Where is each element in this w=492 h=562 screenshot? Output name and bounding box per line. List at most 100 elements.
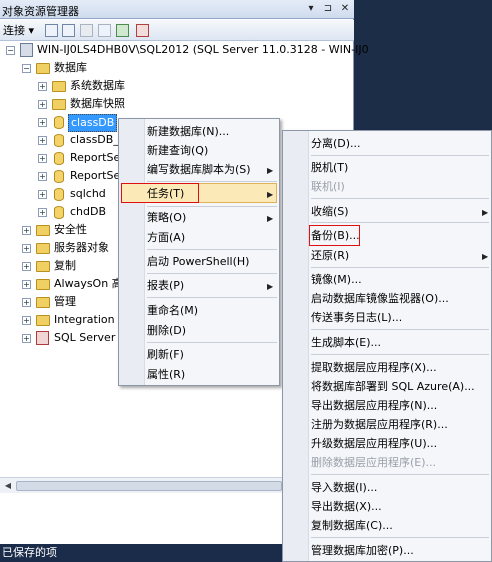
- refresh-icon[interactable]: [116, 24, 129, 37]
- system-databases-label: 系统数据库: [70, 79, 125, 92]
- server-icon: [20, 43, 33, 57]
- menu-separator: [311, 222, 489, 223]
- tasks-submenu: 分离(D)... 脱机(T) 联机(I) 收缩(S) ▶ 备份(B)... 还原…: [282, 130, 492, 562]
- menu-item-mirror[interactable]: 镜像(M)...: [311, 270, 362, 289]
- database-icon: [54, 188, 64, 201]
- submenu-arrow-icon: ▶: [482, 208, 489, 217]
- menu-separator: [147, 181, 277, 182]
- submenu-arrow-icon: ▶: [267, 166, 274, 175]
- folder-icon: [52, 99, 66, 110]
- menu-item-deploy-azure[interactable]: 将数据库部署到 SQL Azure(A)...: [311, 377, 475, 396]
- menu-item-powershell[interactable]: 启动 PowerShell(H): [147, 252, 249, 271]
- chddb-label: chdDB: [70, 205, 107, 218]
- classdb2-label: classDB_: [70, 133, 119, 146]
- management-label: 管理: [54, 295, 76, 308]
- snapshots-label: 数据库快照: [70, 97, 125, 110]
- expand-icon[interactable]: +: [22, 280, 31, 289]
- menu-item-script-as[interactable]: 编写数据库脚本为(S): [147, 160, 251, 179]
- saved-items-label: 已保存的项: [2, 546, 57, 559]
- menu-item-facets[interactable]: 方面(A): [147, 228, 185, 247]
- menu-item-log-shipping[interactable]: 传送事务日志(L)...: [311, 308, 402, 327]
- menu-separator: [311, 329, 489, 330]
- menu-item-generate-scripts[interactable]: 生成脚本(E)...: [311, 333, 381, 352]
- menu-item-manage-encryption[interactable]: 管理数据库加密(P)...: [311, 541, 414, 560]
- menu-separator: [147, 297, 277, 298]
- menu-item-upgrade-dac[interactable]: 升级数据层应用程序(U)...: [311, 434, 437, 453]
- menu-item-refresh[interactable]: 刷新(F): [147, 345, 184, 364]
- filter-icon[interactable]: [98, 24, 111, 37]
- menu-item-tasks[interactable]: 任务(T): [147, 184, 184, 203]
- security-label: 安全性: [54, 223, 87, 236]
- menu-item-delete[interactable]: 删除(D): [147, 321, 186, 340]
- menu-item-export-data[interactable]: 导出数据(X)...: [311, 497, 382, 516]
- menu-separator: [147, 249, 277, 250]
- expand-icon[interactable]: +: [38, 190, 47, 199]
- menu-item-new-query[interactable]: 新建查询(Q): [147, 141, 208, 160]
- expand-icon[interactable]: +: [38, 82, 47, 91]
- report2-label: ReportSe: [70, 169, 121, 182]
- stop-icon[interactable]: [80, 24, 93, 37]
- menu-separator: [311, 155, 489, 156]
- expand-icon[interactable]: +: [38, 100, 47, 109]
- expand-icon[interactable]: +: [38, 154, 47, 163]
- expand-icon[interactable]: +: [22, 316, 31, 325]
- menu-item-rename[interactable]: 重命名(M): [147, 301, 198, 320]
- collapse-icon[interactable]: −: [6, 46, 15, 55]
- menu-item-shrink[interactable]: 收缩(S): [311, 202, 349, 221]
- submenu-arrow-icon: ▶: [267, 190, 274, 199]
- collapse-icon[interactable]: −: [22, 64, 31, 73]
- menu-item-backup[interactable]: 备份(B)...: [311, 226, 360, 245]
- menu-item-export-dac[interactable]: 导出数据层应用程序(N)...: [311, 396, 437, 415]
- expand-icon[interactable]: +: [22, 298, 31, 307]
- folder-icon: [52, 81, 66, 92]
- dropdown-icon[interactable]: ▾: [305, 3, 317, 15]
- scroll-left-icon[interactable]: ◀: [2, 480, 14, 492]
- folder-icon: [36, 297, 50, 308]
- menu-item-properties[interactable]: 属性(R): [147, 365, 185, 384]
- scroll-thumb[interactable]: [16, 481, 282, 491]
- connect-button[interactable]: 连接 ▾: [3, 23, 34, 38]
- menu-item-online[interactable]: 联机(I): [311, 177, 345, 196]
- database-icon: [54, 206, 64, 219]
- menu-item-mirror-monitor[interactable]: 启动数据库镜像监视器(O)...: [311, 289, 449, 308]
- folder-icon: [36, 279, 50, 290]
- menu-item-offline[interactable]: 脱机(T): [311, 158, 348, 177]
- menu-item-detach[interactable]: 分离(D)...: [311, 134, 361, 153]
- agent-icon: [36, 331, 49, 345]
- expand-icon[interactable]: +: [22, 262, 31, 271]
- expand-icon[interactable]: +: [22, 244, 31, 253]
- server-objects-label: 服务器对象: [54, 241, 109, 254]
- database-icon: [54, 152, 64, 165]
- expand-icon[interactable]: +: [38, 136, 47, 145]
- menu-item-extract-dac[interactable]: 提取数据层应用程序(X)...: [311, 358, 437, 377]
- menu-item-reports[interactable]: 报表(P): [147, 276, 184, 295]
- connect-icon[interactable]: [45, 24, 58, 37]
- menu-item-delete-dac[interactable]: 删除数据层应用程序(E)...: [311, 453, 436, 472]
- menu-item-copy-database[interactable]: 复制数据库(C)...: [311, 516, 393, 535]
- close-icon[interactable]: ✕: [339, 3, 351, 15]
- menu-item-policy[interactable]: 策略(O): [147, 208, 186, 227]
- menu-separator: [147, 273, 277, 274]
- menu-item-import-data[interactable]: 导入数据(I)...: [311, 478, 377, 497]
- summary-icon[interactable]: [136, 24, 149, 37]
- report1-label: ReportSe: [70, 151, 121, 164]
- menu-separator: [147, 206, 277, 207]
- expand-icon[interactable]: +: [38, 118, 47, 127]
- menu-separator: [311, 537, 489, 538]
- expand-icon[interactable]: +: [38, 172, 47, 181]
- menu-gutter: [283, 131, 309, 561]
- folder-icon: [36, 261, 50, 272]
- pin-icon[interactable]: ⊐: [322, 3, 334, 15]
- panel-titlebar: 对象资源管理器 ▾ ⊐ ✕: [0, 0, 354, 19]
- menu-item-restore[interactable]: 还原(R): [311, 246, 349, 265]
- database-icon: [54, 134, 64, 147]
- expand-icon[interactable]: +: [22, 226, 31, 235]
- menu-item-new-database[interactable]: 新建数据库(N)...: [147, 122, 229, 141]
- expand-icon[interactable]: +: [22, 334, 31, 343]
- menu-item-register-dac[interactable]: 注册为数据层应用程序(R)...: [311, 415, 448, 434]
- expand-icon[interactable]: +: [38, 208, 47, 217]
- disconnect-icon[interactable]: [62, 24, 75, 37]
- submenu-arrow-icon: ▶: [267, 282, 274, 291]
- integration-label: Integration: [54, 313, 115, 326]
- database-icon: [54, 116, 64, 129]
